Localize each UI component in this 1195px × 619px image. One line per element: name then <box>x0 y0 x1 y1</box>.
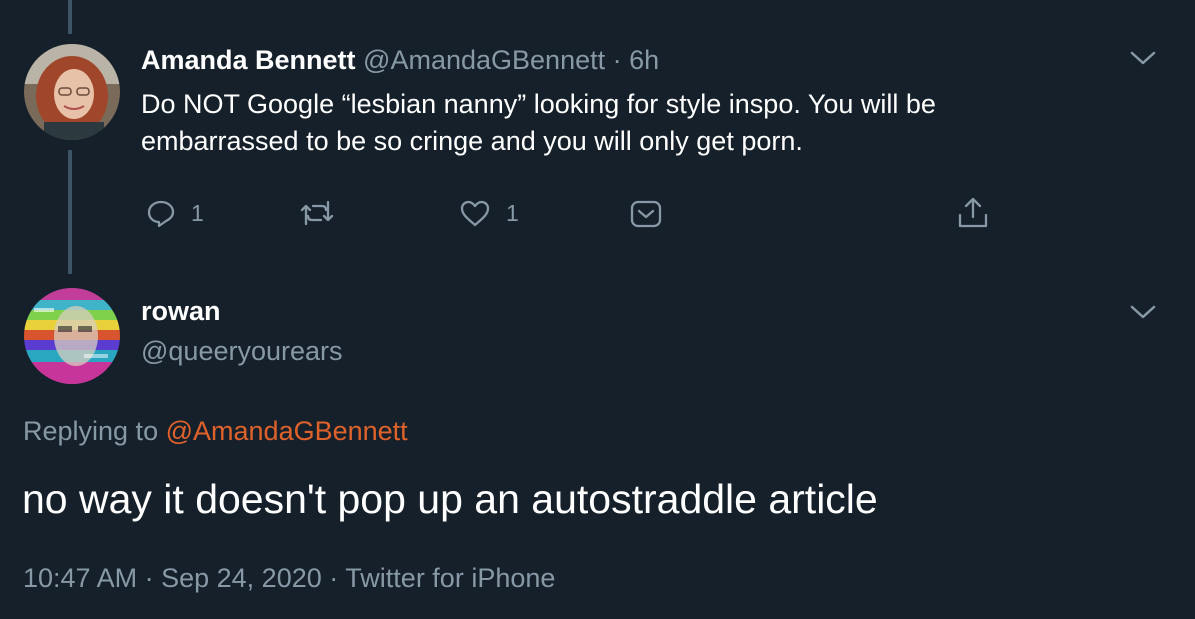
save-button[interactable] <box>629 199 663 229</box>
share-icon <box>956 195 990 231</box>
share-button[interactable] <box>956 195 990 231</box>
tweet-age[interactable]: 6h <box>629 45 659 75</box>
replying-to: Replying to @AmandaGBennett <box>23 416 408 447</box>
replying-prefix: Replying to <box>23 416 159 446</box>
reply-button[interactable]: 1 <box>145 197 204 229</box>
author-handle[interactable]: @AmandaGBennett <box>363 45 605 75</box>
author-name[interactable]: Amanda Bennett <box>141 45 356 75</box>
like-count: 1 <box>506 199 519 226</box>
thread-line-top <box>68 0 72 34</box>
parent-tweet-header: Amanda Bennett @AmandaGBennett · 6h <box>141 45 659 76</box>
reply-author-name[interactable]: rowan <box>141 296 221 327</box>
heart-icon <box>458 197 492 229</box>
tweet-date[interactable]: Sep 24, 2020 <box>161 563 322 593</box>
avatar-amanda[interactable] <box>24 44 120 140</box>
reply-author-handle[interactable]: @queeryourears <box>141 336 343 367</box>
avatar-rowan[interactable] <box>24 288 120 384</box>
separator: · <box>144 563 154 593</box>
reply-count: 1 <box>191 199 204 226</box>
bookmark-icon <box>629 199 663 229</box>
reply-icon <box>145 197 177 229</box>
replying-to-mention[interactable]: @AmandaGBennett <box>166 416 408 446</box>
chevron-down-icon[interactable] <box>1128 48 1158 68</box>
separator: · <box>612 45 622 75</box>
tweet-source[interactable]: Twitter for iPhone <box>345 563 555 593</box>
chevron-down-icon[interactable] <box>1128 302 1158 322</box>
retweet-icon <box>298 197 336 229</box>
reply-tweet-text: no way it doesn't pop up an autostraddle… <box>22 476 878 522</box>
like-button[interactable]: 1 <box>458 197 519 229</box>
tweet-time[interactable]: 10:47 AM <box>23 563 137 593</box>
retweet-button[interactable] <box>298 197 350 229</box>
parent-tweet-text: Do NOT Google “lesbian nanny” looking fo… <box>141 89 936 156</box>
tweet-actions: 1 1 <box>0 195 1195 235</box>
tweet-timestamp: 10:47 AM · Sep 24, 2020 · Twitter for iP… <box>23 563 555 594</box>
separator: · <box>329 563 339 593</box>
